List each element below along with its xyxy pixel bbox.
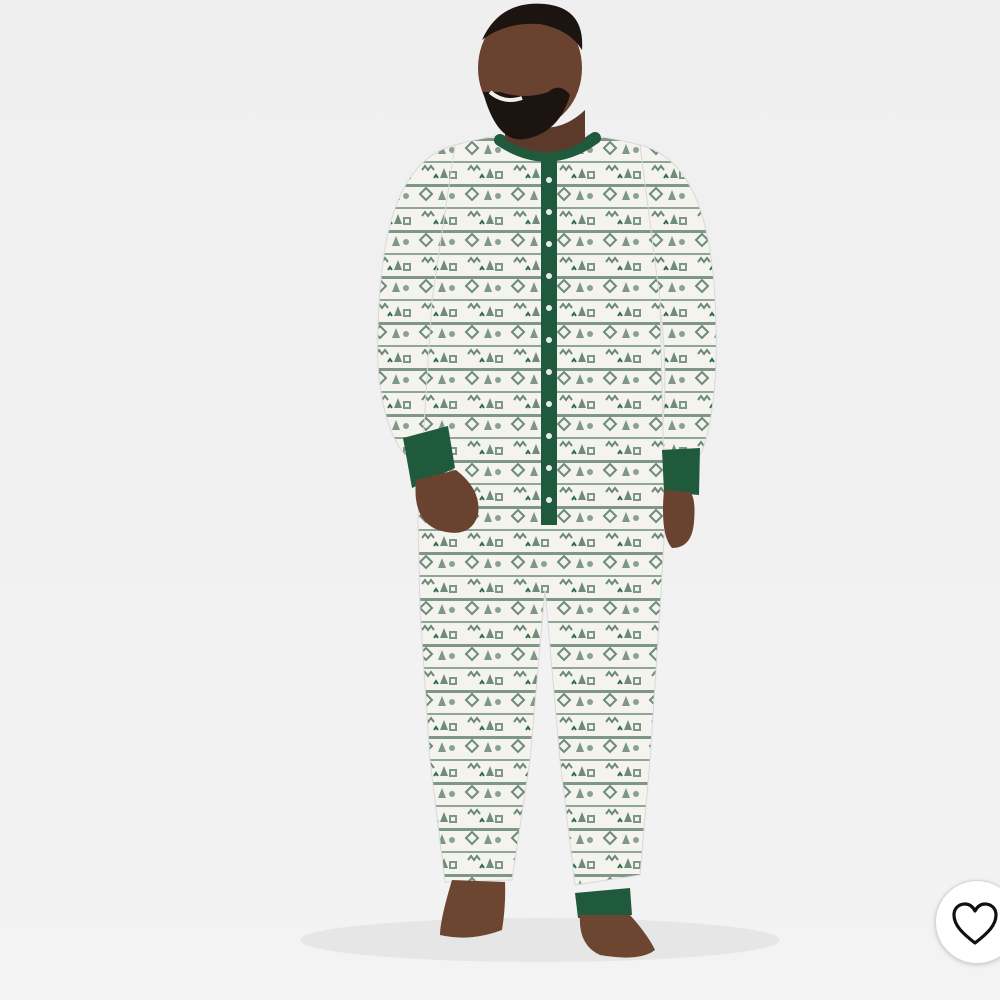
product-image-viewer [0,0,1000,1000]
product-photo-illustration [0,0,1000,1000]
heart-outline-icon [950,901,1000,947]
product-photo [0,0,1000,1000]
